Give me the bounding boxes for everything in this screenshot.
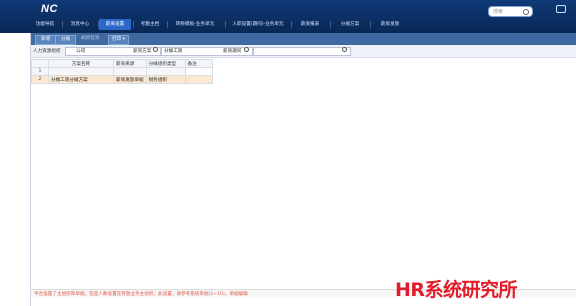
nav-divider [370,21,371,28]
nc-logo: NC [41,3,58,15]
scheme-label: 薪资方案 [133,49,152,54]
tab-message-center[interactable]: 消息中心 [64,19,96,30]
global-search-input[interactable]: 搜索 [488,6,533,17]
tab-attendance[interactable]: 考勤主档 [135,19,165,30]
table-row[interactable]: 2 分摊工资分摊方案 薪资发放单据 财务组织 [31,75,213,84]
print-label: 打印 [112,37,122,42]
col-salary-source[interactable]: 薪资来源 [113,59,147,68]
org-lookup-icon[interactable] [153,47,158,52]
col-rownum [31,59,49,68]
tab-salary-report[interactable]: 薪资报表 [292,19,328,30]
scheme-lookup-icon[interactable] [244,47,249,52]
col-alloc-org-type[interactable]: 分摊组织类型 [145,59,186,68]
refresh-check-button[interactable]: 刷新检测 [81,35,99,43]
table-header: 方案名称 薪资来源 分摊组织类型 备注 [31,59,213,68]
alloc-org-type-cell [145,67,186,76]
row-number: 1 [31,67,49,76]
scheme-table: 方案名称 薪资来源 分摊组织类型 备注 1 2 分摊工资分摊方案 薪资发放单据 … [31,59,213,84]
status-message: 平台设置了主组织和单据，在是人数设置在存放业务主组织；此设置，请参考系统单据(1… [34,292,248,297]
tab-salary-payment[interactable]: 薪资发放 [372,19,408,30]
col-scheme-name[interactable]: 方案名称 [48,59,114,68]
org-value: 公司 [76,49,86,54]
new-button[interactable]: 新增 [35,35,57,45]
nav-divider [167,21,168,28]
scheme-name-cell [48,67,114,76]
tab-onboarding-settings[interactable]: 入职设置(期间)-业务单元 [227,19,289,30]
nav-divider [133,21,134,28]
period-lookup-icon[interactable] [342,47,347,52]
salary-source-cell [113,67,147,76]
window-switch-icon[interactable] [556,5,566,13]
period-label: 薪资期间 [223,49,242,54]
scheme-name-cell: 分摊工资分摊方案 [48,75,114,84]
search-placeholder: 搜索 [493,9,504,15]
search-icon[interactable] [523,9,529,15]
tab-transfer-template[interactable]: 转移模板-业务单元 [169,19,221,30]
note-cell [184,67,213,76]
nav-divider [330,21,331,28]
allocate-button[interactable]: 分摊 [55,35,77,45]
watermark: HR系统研究所 [395,279,518,301]
note-cell [184,75,213,84]
col-note[interactable]: 备注 [184,59,213,68]
filter-bar: 人力资源组织 公司 薪资方案 分摊工资 薪资期间 [31,45,576,58]
nav-divider [62,21,63,28]
salary-source-cell: 薪资发放单据 [113,75,147,84]
period-field[interactable] [253,47,351,56]
tab-salary-settings[interactable]: 薪资设置 [99,19,131,30]
org-label: 人力资源组织 [33,49,61,54]
print-dropdown[interactable]: 打印 ▾ [108,35,129,45]
top-header: NC 搜索 功能导航 消息中心 薪资设置 考勤主档 转移模板-业务单元 入职设置… [0,0,576,33]
chevron-down-icon: ▾ [122,37,125,42]
scheme-value: 分摊工资 [164,49,183,54]
table-row[interactable]: 1 [31,67,213,76]
nav-divider [225,21,226,28]
alloc-org-type-cell: 财务组织 [145,75,186,84]
tab-function-nav[interactable]: 功能导航 [30,19,60,30]
main-nav: 功能导航 消息中心 薪资设置 考勤主档 转移模板-业务单元 入职设置(期间)-业… [30,19,576,30]
toolbar: 新增 分摊 刷新检测 打印 ▾ [31,33,576,45]
row-number: 2 [31,75,49,84]
tab-allocation-scheme[interactable]: 分摊方案 [332,19,368,30]
main-content: 新增 分摊 刷新检测 打印 ▾ 人力资源组织 公司 薪资方案 分摊工资 薪资期间… [30,33,576,306]
